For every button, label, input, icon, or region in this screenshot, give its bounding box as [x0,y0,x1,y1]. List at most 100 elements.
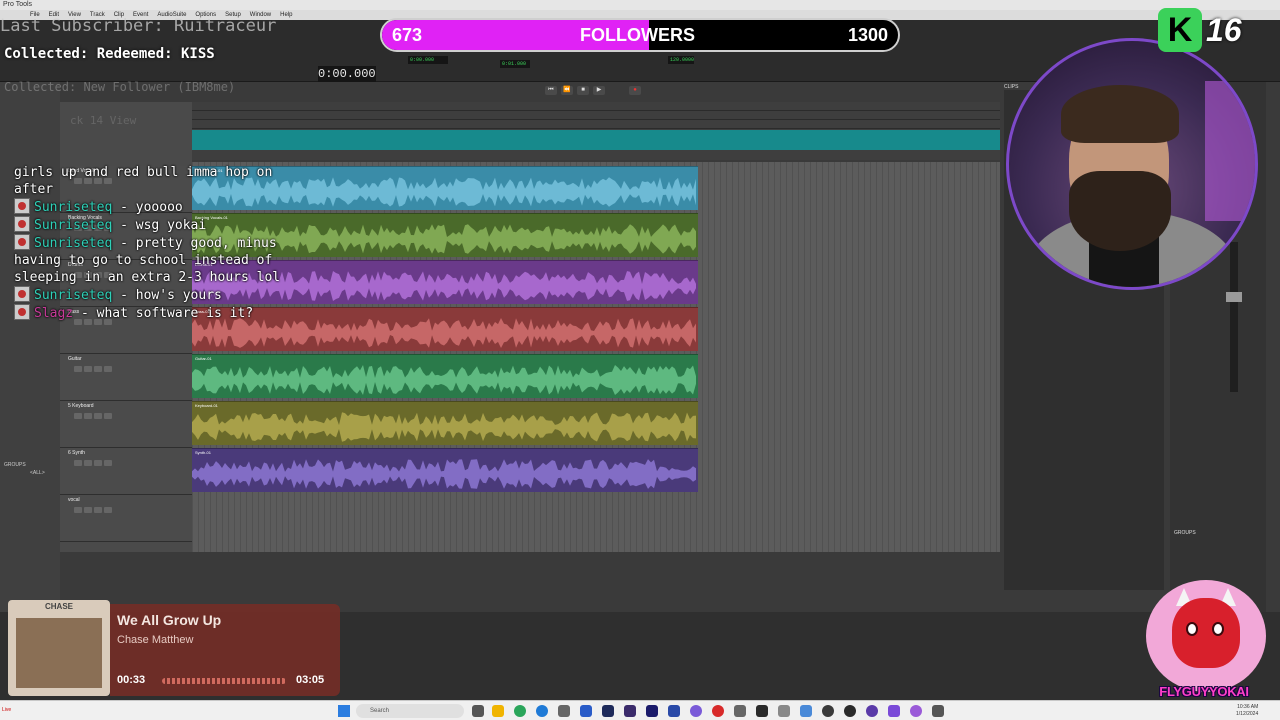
app-icon-11[interactable] [800,705,812,717]
user-badge-icon [14,198,30,214]
track-input-button[interactable] [104,413,112,419]
groups-label: GROUPS [4,462,26,468]
taskbar-search-input[interactable]: Search [356,704,464,718]
track-rec-button[interactable] [74,366,82,372]
track-header[interactable]: vocal [60,495,192,542]
track-rec-button[interactable] [74,460,82,466]
app-icon-8[interactable] [734,705,746,717]
track-solo-button[interactable] [84,507,92,513]
chrome-icon[interactable] [514,705,526,717]
now-playing-widget: CHASE We All Grow Up Chase Matthew 00:33… [8,600,340,696]
track-mute-button[interactable] [94,413,102,419]
track-solo-button[interactable] [84,413,92,419]
file-explorer-icon[interactable] [492,705,504,717]
play-button[interactable]: ▶ [593,86,605,95]
screen: Pro Tools File Edit View Track Clip Event Audi… [0,0,1280,720]
app-icon-5[interactable] [668,705,680,717]
app-icon-1[interactable] [558,705,570,717]
track-header[interactable]: 5 Keyboard [60,401,192,448]
length-field[interactable]: 0:00.000 [408,56,448,64]
app-icon-7[interactable] [712,705,724,717]
app-icon-16[interactable] [910,705,922,717]
track-mute-button[interactable] [94,507,102,513]
taskbar-live-label[interactable]: Live [2,707,11,713]
album-art: CHASE [8,600,110,696]
tracks-sidebar: GROUPS <ALL> [0,82,60,612]
audio-clip[interactable]: Synth-01 [192,448,698,492]
menu-item[interactable]: Help [280,10,292,20]
song-elapsed: 00:33 [117,674,146,686]
samples-ruler[interactable] [192,120,1000,129]
streamer-beard [1069,171,1171,251]
app-icon-10[interactable] [778,705,790,717]
chat-text: - what software is it? [73,306,254,321]
bars-beats-ruler[interactable] [192,102,1000,111]
app-icon-17[interactable] [932,705,944,717]
track-name[interactable]: 6 Synth [68,450,85,456]
track-rec-button[interactable] [74,413,82,419]
track-name[interactable]: Guitar [68,356,82,362]
app-icon-15[interactable] [888,705,900,717]
app-icon-6[interactable] [690,705,702,717]
purple-light [1205,81,1255,221]
chat-username: Sunriseteq [34,218,113,233]
track-header[interactable]: 6 Synth [60,448,192,495]
track-mute-button[interactable] [94,460,102,466]
last-subscriber-banner: Last Subscriber: Ruitraceur [0,16,277,36]
chat-message: Sunriseteq - yooooo [14,198,354,216]
timeline-rulers [192,102,1000,160]
taskbar-time: 10:36 AM [1237,704,1259,710]
waveform [192,412,696,442]
user-badge-icon [14,286,30,302]
app-icon-9[interactable] [756,705,768,717]
audio-clip[interactable]: Guitar-01 [192,354,698,398]
record-button[interactable]: ● [629,86,641,95]
chat-text: - pretty good, minus [112,236,277,251]
track-input-button[interactable] [104,507,112,513]
track-rec-button[interactable] [74,507,82,513]
followers-label: FOLLOWERS [580,25,695,45]
window-title: Pro Tools [0,0,1280,10]
windows-start-icon[interactable] [338,705,350,717]
edge-icon[interactable] [536,705,548,717]
chat-text: - how's yours [112,288,222,303]
go-to-start-button[interactable]: ⏮ [545,86,557,95]
tempo-field[interactable]: 120.0000 [668,56,694,64]
groups-all-label[interactable]: <ALL> [30,470,45,476]
track-input-button[interactable] [104,460,112,466]
mascot-body [1172,598,1240,668]
track-mute-button[interactable] [94,366,102,372]
task-view-icon[interactable] [472,705,484,717]
track-input-button[interactable] [104,366,112,372]
taskbar-clock[interactable]: 10:36 AM 1/12/2024 [1236,704,1258,718]
track-solo-button[interactable] [84,460,92,466]
chat-message: Sunriseteq - how's yours [14,286,354,304]
rewind-button[interactable]: ⏪ [561,86,573,95]
webcam-feed [1006,38,1258,290]
audio-clip[interactable]: Keyboard-01 [192,401,698,445]
track-name[interactable]: 5 Keyboard [68,403,94,409]
stop-button[interactable]: ■ [577,86,589,95]
app-icon-2[interactable] [580,705,592,717]
app-icon-3[interactable] [624,705,636,717]
album-art-photo [16,618,102,688]
user-badge-icon [14,234,30,250]
tempo-ruler[interactable] [192,130,1000,150]
collected-alert-previous: Collected: New Follower (IBM8me) [4,80,236,94]
pro-tools-taskbar-icon[interactable] [602,705,614,717]
track-header[interactable]: Guitar [60,354,192,401]
app-icon-13[interactable] [844,705,856,717]
nudge-field[interactable]: 0:01.000 [500,60,530,68]
app-icon-12[interactable] [822,705,834,717]
mascot-eye-right [1212,622,1224,636]
min-secs-ruler[interactable] [192,111,1000,120]
app-icon-14[interactable] [866,705,878,717]
app-icon-4[interactable] [646,705,658,717]
taskbar: Live Search 10:36 AM 1/12/2024 [0,700,1280,720]
chat-message: girls up and red bull imma hop on [14,164,354,181]
chat-text: - wsg yokai [112,218,207,233]
track-solo-button[interactable] [84,366,92,372]
track-name[interactable]: vocal [68,497,80,503]
fader-handle[interactable] [1226,292,1242,302]
main-counter[interactable]: 0:00.000 [318,66,376,82]
